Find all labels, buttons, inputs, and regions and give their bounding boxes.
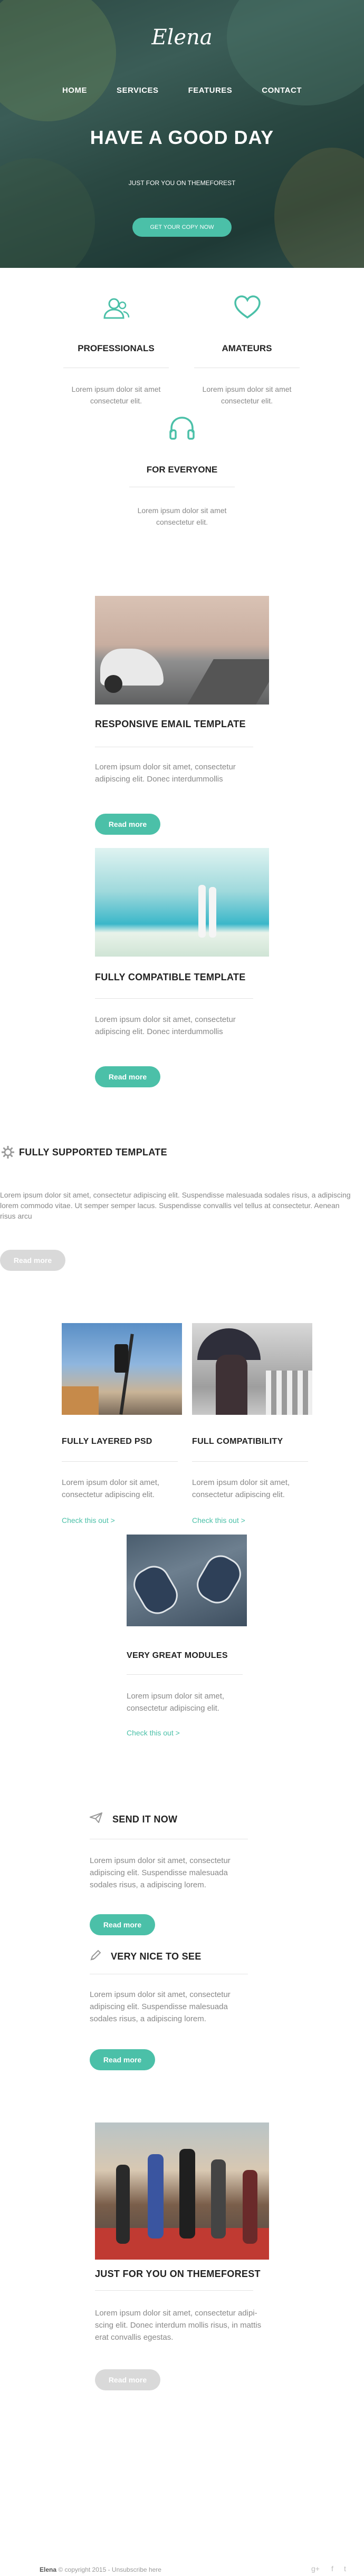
- footer-copyright: Elena © copyright 2015 - Unsubscribe her…: [40, 2566, 161, 2573]
- gear-icon: [1, 1145, 15, 1162]
- car-photo: [95, 596, 269, 705]
- sneakers-photo: [127, 1535, 247, 1626]
- get-copy-button[interactable]: GET YOUR COPY NOW: [132, 218, 232, 237]
- read-more-button[interactable]: Read more: [90, 2049, 155, 2070]
- divider: [62, 1461, 178, 1462]
- person-shape: [243, 2170, 257, 2244]
- shoe-shape: [191, 1549, 247, 1609]
- read-more-button[interactable]: Read more: [90, 1914, 155, 1935]
- read-more-button[interactable]: Read more: [0, 1250, 65, 1271]
- twitter-icon[interactable]: t: [344, 2564, 346, 2573]
- feature-text: Lorem ipsum dolor sit amet consectetur e…: [137, 506, 227, 526]
- feature-text: Lorem ipsum dolor sit amet consectetur e…: [71, 385, 161, 405]
- footer-copy: © copyright 2015 - Unsubscribe here: [56, 2566, 161, 2573]
- card-title: RESPONSIVE EMAIL TEMPLATE: [95, 719, 246, 729]
- users-icon: [100, 293, 132, 324]
- person-shape: [148, 2154, 164, 2239]
- person-shape: [209, 887, 216, 938]
- traffic-light-shape: [114, 1344, 128, 1373]
- facebook-icon[interactable]: f: [331, 2564, 333, 2573]
- heart-icon: [232, 292, 263, 323]
- section-title: SEND IT NOW: [112, 1814, 178, 1825]
- feature-text: Lorem ipsum dolor sit amet consectetur e…: [202, 385, 292, 405]
- divider: [127, 1674, 243, 1675]
- feature-title: FOR EVERYONE: [146, 465, 218, 475]
- person-shape: [211, 2159, 226, 2239]
- card-title: FULLY LAYERED PSD: [62, 1437, 152, 1446]
- card-text: Lorem ipsum dolor sit amet, consectetur …: [127, 1692, 225, 1713]
- hero-subtitle: JUST FOR YOU ON THEMEFOREST: [128, 179, 236, 187]
- footer-brand: Elena: [40, 2566, 57, 2573]
- foliage-decoration: [274, 148, 364, 268]
- street-crowd-photo: [95, 2122, 269, 2260]
- building-shape: [62, 1386, 99, 1415]
- paper-plane-icon: [88, 1812, 103, 1826]
- google-plus-icon[interactable]: g+: [311, 2564, 320, 2573]
- feature-title: AMATEURS: [222, 343, 272, 353]
- card-text: Lorem ipsum dolor sit amet, consectetur …: [62, 1478, 160, 1499]
- check-this-out-link[interactable]: Check this out >: [192, 1516, 245, 1525]
- person-shape: [179, 2149, 195, 2239]
- card-title: VERY GREAT MODULES: [127, 1651, 228, 1660]
- check-this-out-link[interactable]: Check this out >: [127, 1729, 180, 1737]
- card-text: Lorem ipsum dolor sit amet, consectetur …: [192, 1478, 290, 1499]
- headphones-icon: [166, 412, 198, 444]
- person-shape: [198, 885, 206, 938]
- pencil-icon: [90, 1950, 101, 1964]
- hero-title: HAVE A GOOD DAY: [90, 127, 274, 148]
- divider: [95, 998, 253, 999]
- foliage-decoration: [0, 158, 95, 268]
- footer: Elena © copyright 2015 - Unsubscribe her…: [0, 2563, 364, 2576]
- card-text: Lorem ipsum dolor sit amet, consectetur …: [0, 1191, 351, 1220]
- card-text: Lorem ipsum dolor sit amet, consectetur …: [95, 1015, 236, 1036]
- nav-item-services[interactable]: SERVICES: [117, 86, 159, 95]
- feature-title: PROFESSIONALS: [78, 343, 155, 353]
- wheel-shape: [104, 675, 122, 693]
- divider: [192, 1461, 308, 1462]
- card-title: FULLY SUPPORTED TEMPLATE: [19, 1147, 167, 1157]
- card-text: Lorem ipsum dolor sit amet, consectetur …: [95, 2309, 262, 2342]
- couple-beach-photo: [95, 848, 269, 957]
- card-title: FULL COMPATIBILITY: [192, 1437, 283, 1446]
- foliage-decoration: [0, 0, 116, 121]
- hero-banner: Elena HOME SERVICES FEATURES CONTACT HAV…: [0, 0, 364, 268]
- card-title: FULLY COMPATIBLE TEMPLATE: [95, 972, 246, 982]
- road-shape: [187, 659, 269, 705]
- traffic-light-photo: [62, 1323, 182, 1415]
- logo[interactable]: Elena: [0, 25, 364, 50]
- person-shape: [216, 1355, 247, 1415]
- nav-item-contact[interactable]: CONTACT: [262, 86, 302, 95]
- divider: [95, 2290, 253, 2291]
- person-shape: [116, 2165, 130, 2244]
- section-text: Lorem ipsum dolor sit amet, consectetur …: [90, 1856, 231, 1889]
- read-more-button[interactable]: Read more: [95, 1066, 160, 1087]
- nav-item-home[interactable]: HOME: [62, 86, 87, 95]
- card-title: JUST FOR YOU ON THEMEFOREST: [95, 2269, 261, 2279]
- shoe-shape: [128, 1560, 184, 1620]
- section-text: Lorem ipsum dolor sit amet, consectetur …: [90, 1990, 231, 2023]
- card-text: Lorem ipsum dolor sit amet, consectetur …: [95, 763, 236, 784]
- read-more-button[interactable]: Read more: [95, 2369, 160, 2390]
- nav-item-features[interactable]: FEATURES: [188, 86, 233, 95]
- section-title: VERY NICE TO SEE: [111, 1951, 202, 1962]
- check-this-out-link[interactable]: Check this out >: [62, 1516, 115, 1525]
- umbrella-woman-photo: [192, 1323, 312, 1415]
- crosswalk-shape: [266, 1371, 312, 1415]
- read-more-button[interactable]: Read more: [95, 814, 160, 835]
- main-nav: HOME SERVICES FEATURES CONTACT: [0, 86, 364, 95]
